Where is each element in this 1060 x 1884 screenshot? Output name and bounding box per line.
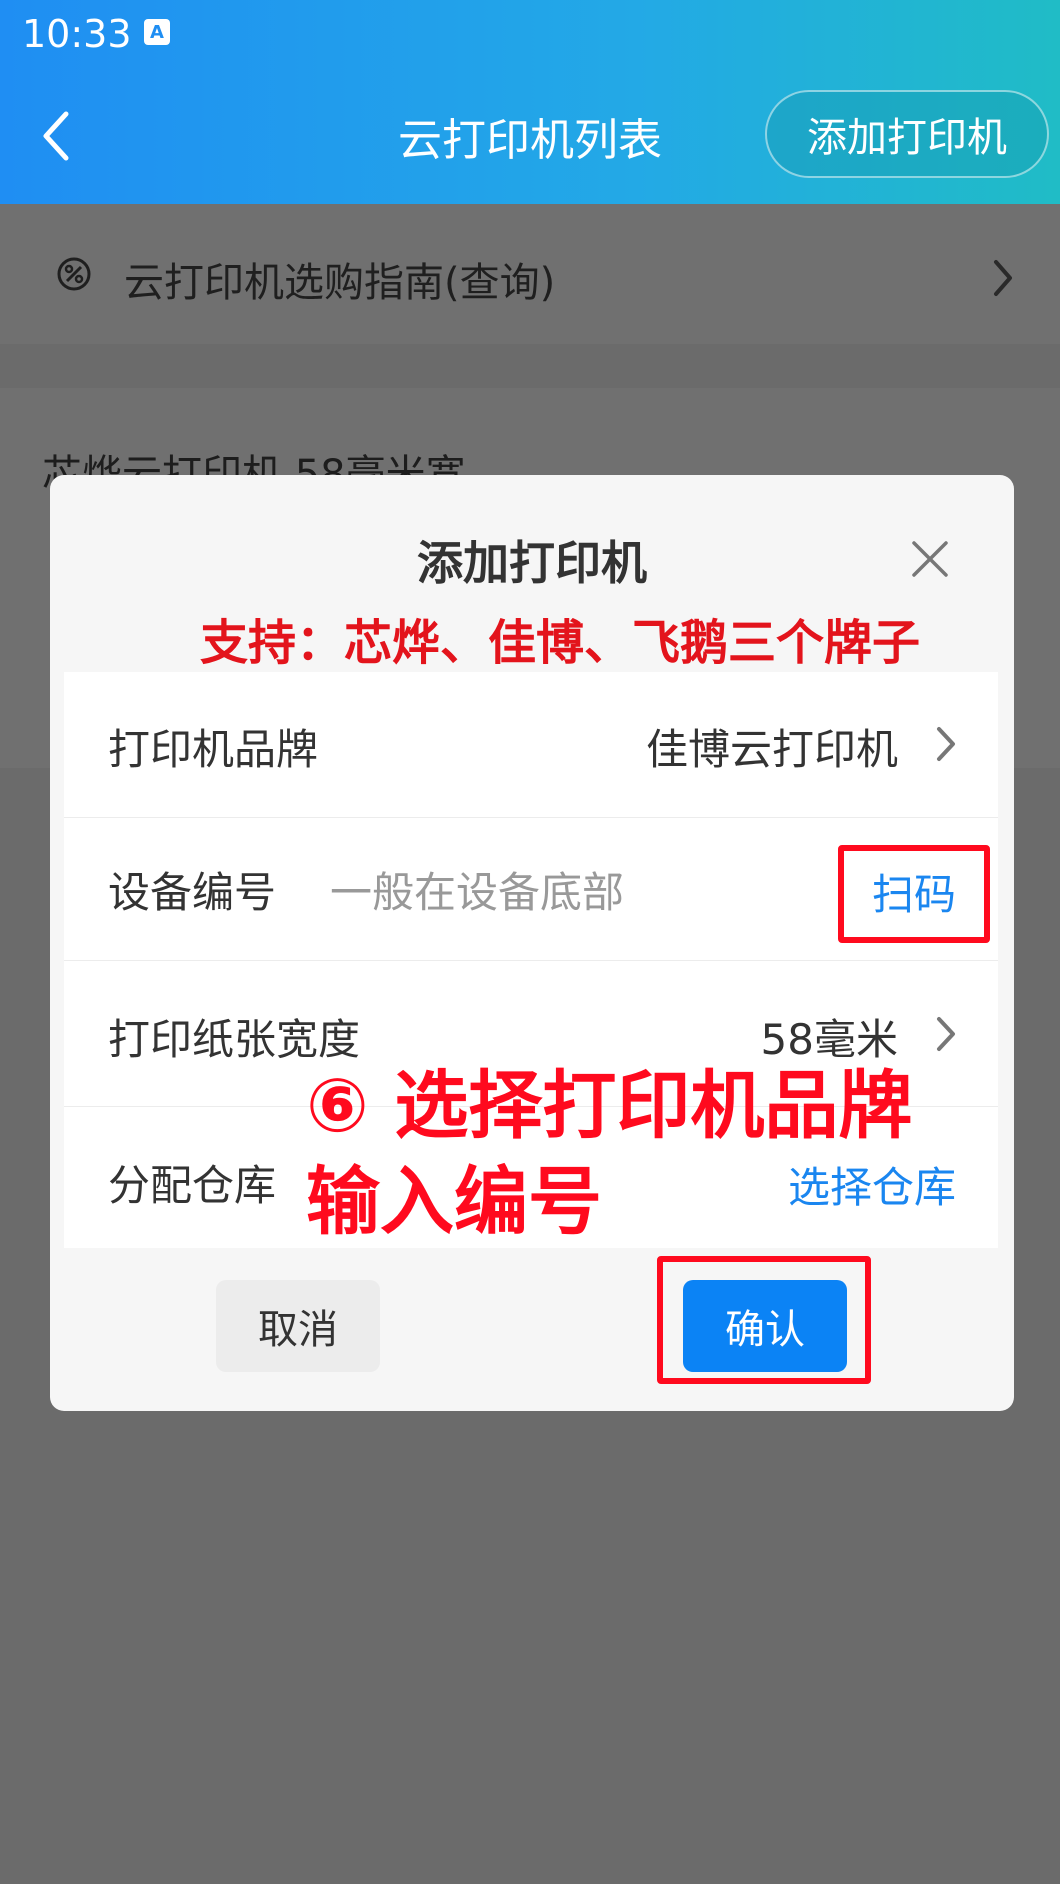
dialog-title: 添加打印机 bbox=[417, 536, 647, 590]
step-annotation: ⑥ 选择打印机品牌 输入编号 bbox=[306, 1058, 912, 1250]
cancel-button[interactable]: 取消 bbox=[216, 1280, 380, 1372]
guide-row[interactable]: 云打印机选购指南(查询) bbox=[0, 204, 1060, 344]
step-annotation-line1: ⑥ 选择打印机品牌 bbox=[306, 1063, 913, 1149]
close-icon[interactable] bbox=[910, 539, 950, 579]
scan-highlight-box bbox=[838, 845, 990, 943]
step-annotation-line2: 输入编号 bbox=[306, 1159, 602, 1245]
support-annotation: 支持：芯烨、佳博、飞鹅三个牌子 bbox=[200, 615, 921, 671]
chevron-right-icon bbox=[994, 260, 1012, 296]
status-time: 10:33 bbox=[22, 12, 132, 56]
confirm-highlight-box bbox=[657, 1256, 871, 1384]
accessibility-icon: A bbox=[144, 19, 170, 45]
brand-value: 佳博云打印机 bbox=[645, 725, 898, 774]
device-number-input[interactable]: 一般在设备底部 bbox=[330, 859, 624, 920]
chevron-right-icon bbox=[937, 1017, 955, 1051]
chevron-right-icon bbox=[937, 727, 955, 761]
add-printer-button[interactable]: 添加打印机 bbox=[765, 90, 1049, 178]
app-header: 10:33 A 云打印机列表 添加打印机 bbox=[0, 0, 1060, 204]
guide-label: 云打印机选购指南(查询) bbox=[124, 260, 556, 306]
brand-label: 打印机品牌 bbox=[108, 725, 319, 774]
warehouse-label: 分配仓库 bbox=[108, 1161, 277, 1210]
device-number-label: 设备编号 bbox=[108, 868, 277, 917]
brand-row[interactable]: 打印机品牌 佳博云打印机 bbox=[64, 672, 998, 818]
link-icon bbox=[57, 257, 91, 291]
